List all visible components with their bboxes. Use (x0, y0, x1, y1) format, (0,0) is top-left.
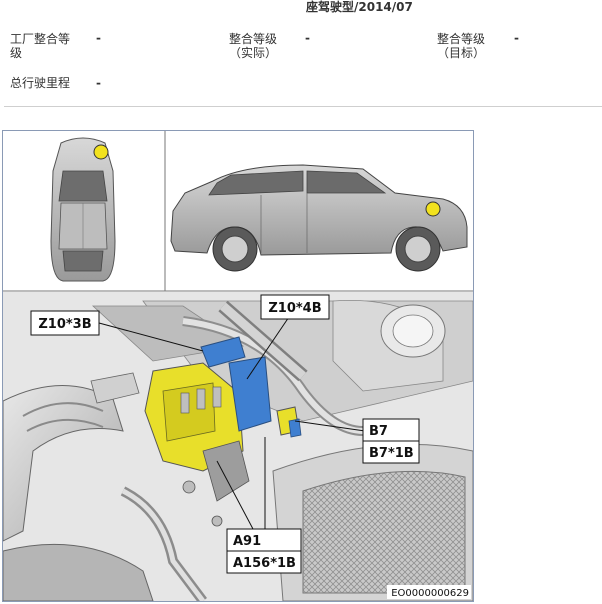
callout-a156-1b-label: A156*1B (233, 556, 296, 571)
factory-grade-label: 工厂整合等 级 (10, 32, 70, 60)
callout-z10-4b: Z10*4B (260, 294, 330, 320)
mileage-value: - (96, 76, 101, 90)
target-grade-label-line1: 整合等级 (436, 32, 485, 46)
location-marker-icon (93, 144, 109, 160)
target-grade-label-line2: （目标） (436, 46, 485, 60)
factory-grade-label-line2: 级 (10, 46, 23, 60)
actual-grade-label-line1: 整合等级 (228, 32, 277, 46)
callout-b7-1b-label: B7*1B (369, 446, 414, 461)
actual-grade-label: 整合等级 （实际） (220, 32, 286, 60)
factory-grade-value: - (96, 31, 101, 45)
actual-grade-label-line2: （实际） (228, 46, 277, 60)
actual-grade-value: - (305, 31, 310, 45)
figure-caption: EO0000000629 (391, 588, 469, 599)
component-location-figure: Z10*3B Z10*4B B7 B7*1B A91 A156*1B EO000… (2, 130, 474, 602)
target-grade-value: - (514, 31, 519, 45)
target-grade-label: 整合等级 （目标） (428, 32, 494, 60)
side-view-panel (166, 131, 473, 291)
section-divider (4, 106, 602, 107)
top-view-panel (3, 131, 165, 291)
callout-z10-3b-label: Z10*3B (38, 317, 91, 332)
mileage-label: 总行驶里程 (10, 76, 71, 90)
location-marker-icon (425, 201, 441, 217)
factory-grade-label-line1: 工厂整合等 (10, 32, 71, 46)
callout-b7: B7 B7*1B (362, 418, 420, 464)
callout-a91-label: A91 (233, 534, 261, 549)
callout-b7-label: B7 (369, 424, 388, 439)
callout-z10-4b-label: Z10*4B (268, 301, 321, 316)
callout-a91: A91 A156*1B (226, 528, 302, 574)
callout-z10-3b: Z10*3B (30, 310, 100, 336)
component-location-illustration: Z10*3B Z10*4B B7 B7*1B A91 A156*1B EO000… (3, 131, 473, 601)
page-title: 座驾驶型/2014/07 (306, 0, 413, 14)
